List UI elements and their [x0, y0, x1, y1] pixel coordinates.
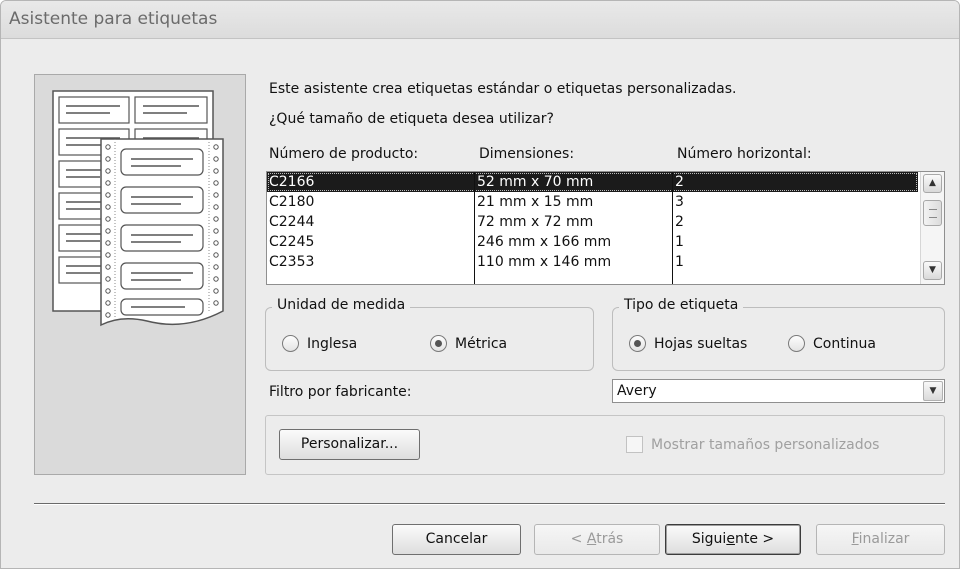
title-bar[interactable]: Asistente para etiquetas	[1, 1, 959, 39]
scroll-down-icon[interactable]: ▼	[923, 261, 942, 280]
finish-access-key: F	[851, 531, 859, 547]
back-button[interactable]: < Atrás	[534, 524, 660, 555]
cell-product: C2244	[269, 214, 315, 230]
radio-sheet-feed-label: Hojas sueltas	[654, 335, 748, 352]
radio-metric-label: Métrica	[455, 335, 508, 352]
cancel-button[interactable]: Cancelar	[392, 524, 521, 555]
cell-horizontal: 2	[675, 174, 684, 190]
label-sheet-illustration	[34, 74, 246, 475]
cell-horizontal: 3	[675, 194, 684, 210]
question-text: ¿Qué tamaño de etiqueta desea utilizar?	[269, 111, 554, 127]
column-divider	[672, 172, 673, 284]
show-custom-sizes-checkbox[interactable]: Mostrar tamaños personalizados	[626, 436, 879, 453]
scroll-thumb[interactable]	[923, 200, 942, 226]
radio-continuous-label: Continua	[813, 335, 876, 352]
radio-sheet-feed-icon[interactable]	[629, 335, 646, 352]
cell-dimensions: 110 mm x 146 mm	[477, 254, 612, 270]
cell-product: C2353	[269, 254, 315, 270]
window-title: Asistente para etiquetas	[9, 9, 218, 29]
column-divider	[474, 172, 475, 284]
finish-rest: inalizar	[858, 531, 910, 547]
cell-horizontal: 2	[675, 214, 684, 230]
cell-dimensions: 52 mm x 70 mm	[477, 174, 594, 190]
customize-button[interactable]: Personalizar...	[279, 429, 420, 460]
radio-metric-icon[interactable]	[430, 335, 447, 352]
radio-sheet-feed[interactable]: Hojas sueltas	[629, 335, 747, 352]
back-rest: trás	[596, 531, 624, 547]
label-wizard-dialog: Asistente para etiquetas Este asistente …	[0, 0, 960, 569]
cell-dimensions: 72 mm x 72 mm	[477, 214, 594, 230]
manufacturer-filter-label: Filtro por fabricante:	[269, 384, 412, 400]
cell-dimensions: 21 mm x 15 mm	[477, 194, 594, 210]
back-prefix: <	[570, 531, 587, 547]
column-header-horizontal: Número horizontal:	[677, 146, 812, 162]
cell-product: C2180	[269, 194, 315, 210]
column-header-dimensions: Dimensiones:	[479, 146, 575, 162]
next-prefix: Sigui	[691, 531, 727, 547]
back-access-key: A	[586, 531, 597, 547]
list-scrollbar[interactable]: ▲ ▼	[920, 172, 944, 284]
manufacturer-filter-select[interactable]: Avery ▼	[612, 379, 945, 403]
list-row[interactable]: C2245 246 mm x 166 mm 1	[267, 232, 918, 252]
label-size-list[interactable]: C2166 52 mm x 70 mm 2 C2180 21 mm x 15 m…	[266, 171, 945, 285]
radio-english-label: Inglesa	[307, 335, 358, 352]
radio-metric[interactable]: Métrica	[430, 335, 507, 352]
list-row[interactable]: C2244 72 mm x 72 mm 2	[267, 212, 918, 232]
cell-horizontal: 1	[675, 254, 684, 270]
label-type-group: Tipo de etiqueta Hojas sueltas Continua	[612, 297, 945, 371]
radio-english[interactable]: Inglesa	[282, 335, 357, 352]
cell-horizontal: 1	[675, 234, 684, 250]
column-header-product: Número de producto:	[269, 146, 419, 162]
manufacturer-filter-value: Avery	[617, 383, 657, 399]
cell-dimensions: 246 mm x 166 mm	[477, 234, 612, 250]
next-access-key: e	[726, 531, 735, 547]
scroll-up-icon[interactable]: ▲	[923, 174, 942, 193]
custom-size-panel: Personalizar... Mostrar tamaños personal…	[265, 415, 945, 475]
radio-continuous[interactable]: Continua	[788, 335, 876, 352]
list-row[interactable]: C2166 52 mm x 70 mm 2	[267, 172, 918, 192]
next-rest: nte >	[734, 531, 775, 547]
label-type-legend: Tipo de etiqueta	[619, 297, 744, 313]
radio-continuous-icon[interactable]	[788, 335, 805, 352]
checkbox-icon[interactable]	[626, 436, 643, 453]
unit-of-measure-group: Unidad de medida Inglesa Métrica	[265, 297, 594, 371]
intro-text: Este asistente crea etiquetas estándar o…	[269, 81, 737, 97]
list-row[interactable]: C2180 21 mm x 15 mm 3	[267, 192, 918, 212]
chevron-down-icon[interactable]: ▼	[923, 381, 943, 401]
cell-product: C2166	[269, 174, 315, 190]
label-sheet-icon	[52, 90, 224, 327]
cell-product: C2245	[269, 234, 315, 250]
finish-button[interactable]: Finalizar	[816, 524, 945, 555]
list-row[interactable]: C2353 110 mm x 146 mm 1	[267, 252, 918, 272]
radio-english-icon[interactable]	[282, 335, 299, 352]
button-separator	[34, 503, 945, 505]
next-button[interactable]: Siguiente >	[665, 524, 801, 555]
show-custom-sizes-label: Mostrar tamaños personalizados	[651, 436, 880, 453]
unit-of-measure-legend: Unidad de medida	[272, 297, 411, 313]
